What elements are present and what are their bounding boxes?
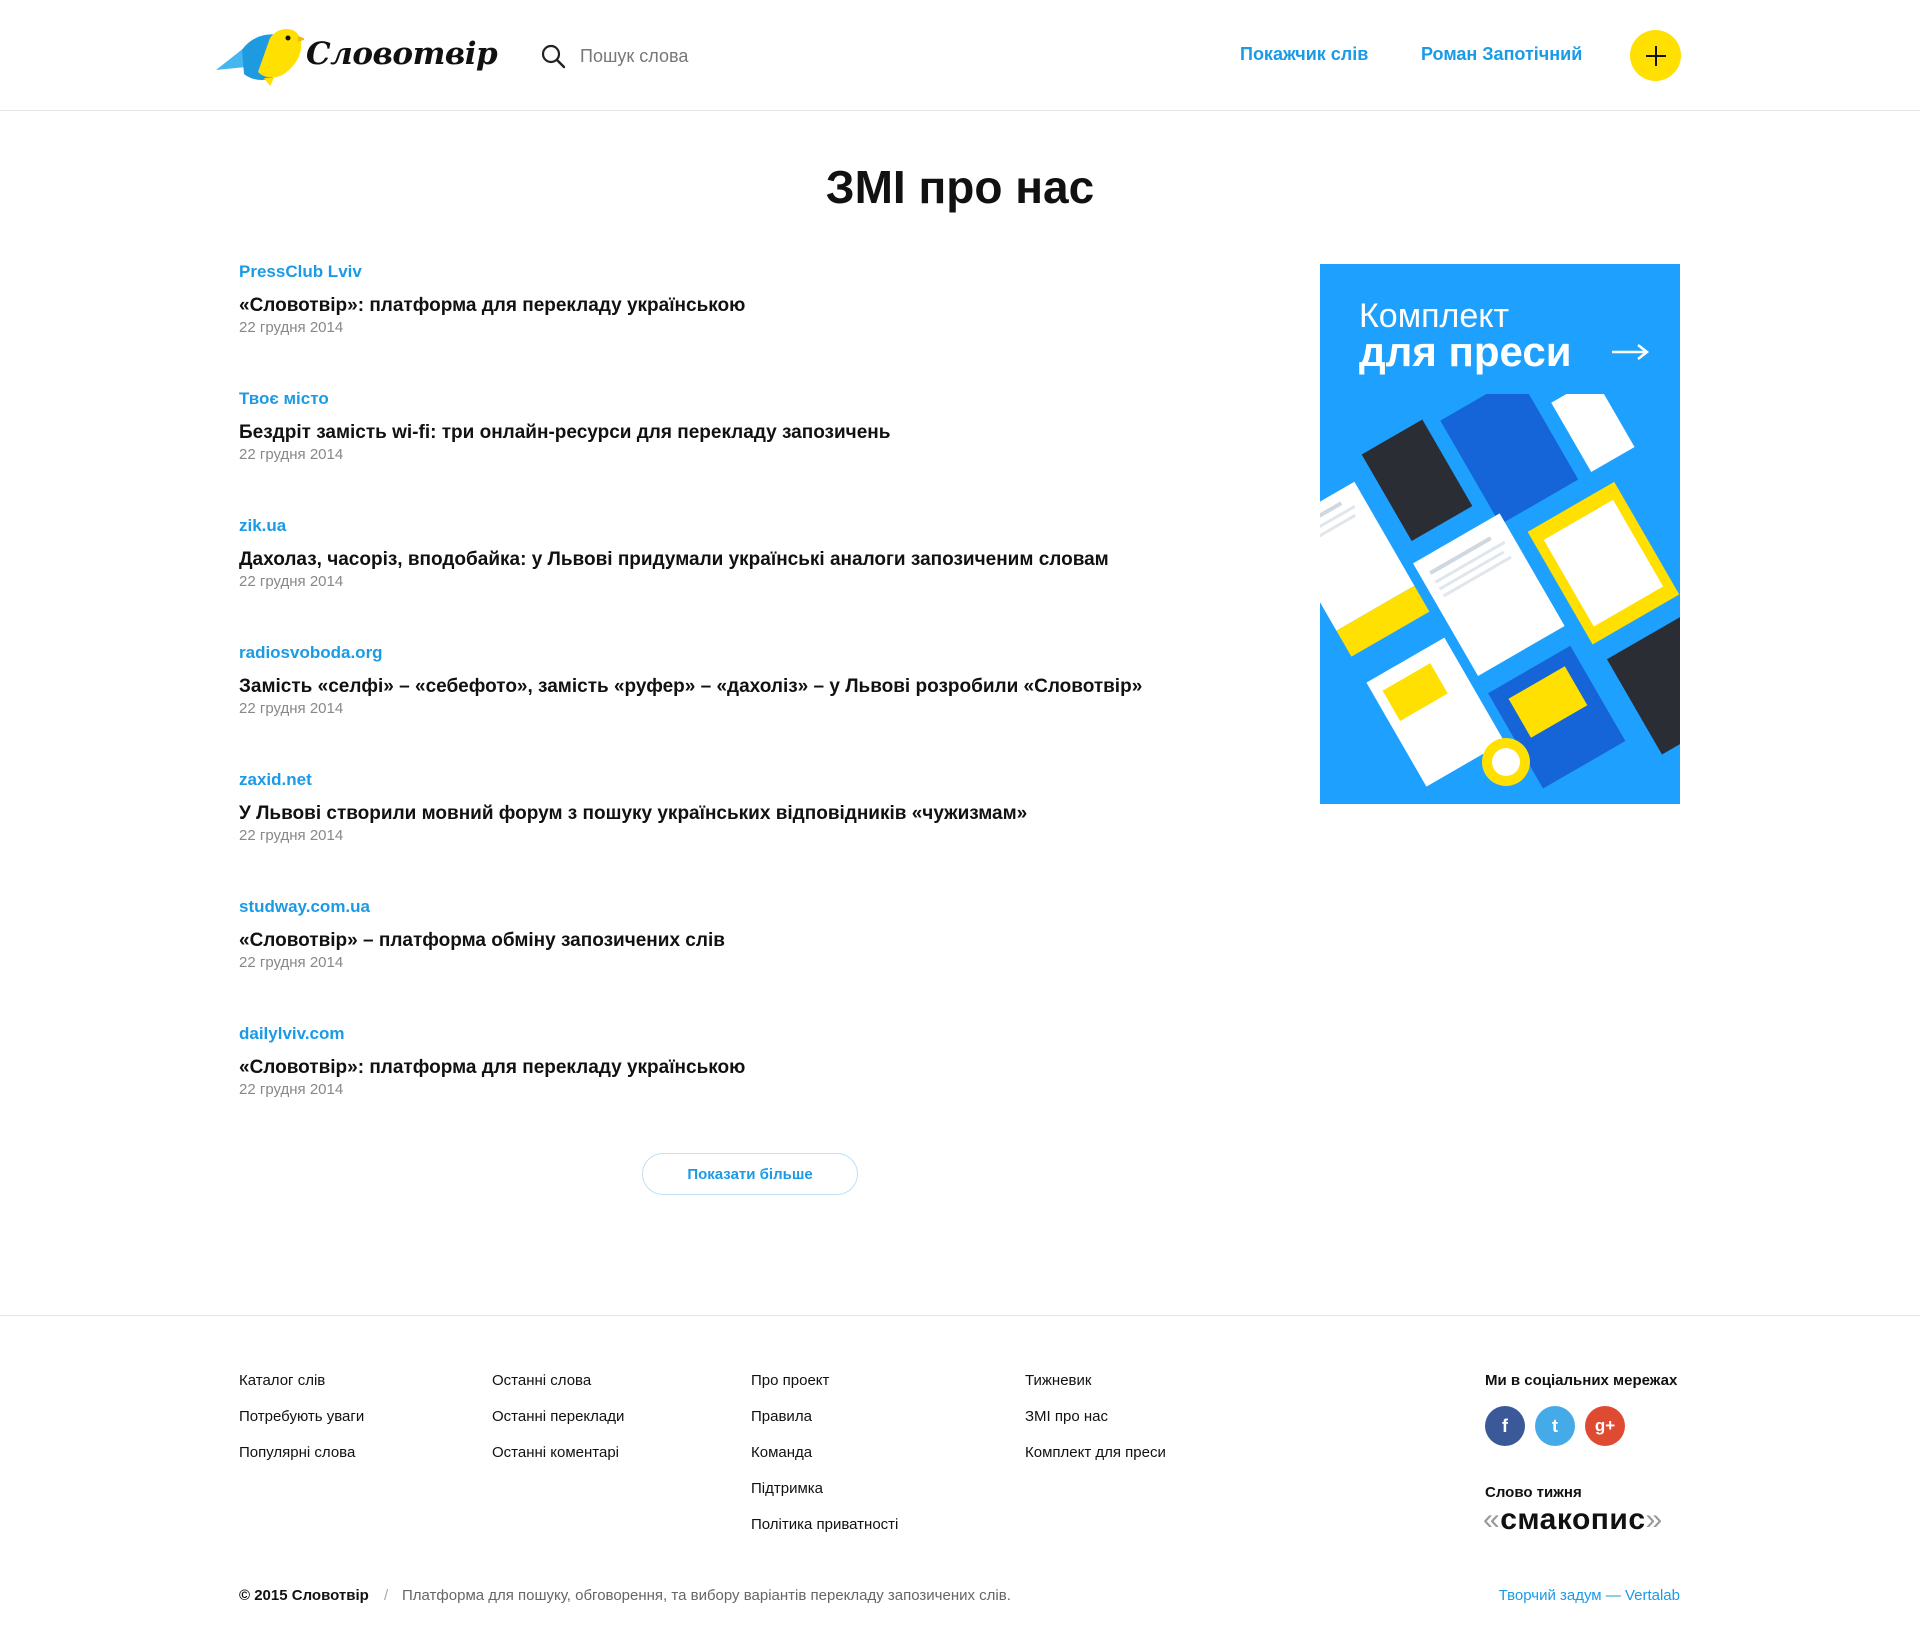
article-title-link[interactable]: Бездріт замість wi-fi: три онлайн-ресурс…: [239, 422, 1199, 444]
footer-column-recent: Останні слова Останні переклади Останні …: [492, 1372, 624, 1480]
footer-separator: /: [384, 1587, 389, 1604]
list-item: radiosvoboda.org Замість «селфі» – «себе…: [239, 641, 1199, 768]
google-plus-icon[interactable]: g+: [1585, 1406, 1625, 1446]
article-date: 22 грудня 2014: [239, 1081, 344, 1098]
plus-icon: [1645, 45, 1666, 66]
article-source-link[interactable]: PressClub Lviv: [239, 260, 1199, 282]
article-source-link[interactable]: zaxid.net: [239, 768, 1199, 790]
list-item: PressClub Lviv «Словотвір»: платформа дл…: [239, 260, 1199, 387]
press-kit-illustration: [1320, 394, 1680, 789]
footer-link-support[interactable]: Підтримка: [751, 1480, 898, 1498]
word-of-week-heading: Слово тижня: [1485, 1484, 1582, 1501]
article-source-link[interactable]: radiosvoboda.org: [239, 641, 1199, 663]
article-date: 22 грудня 2014: [239, 954, 344, 971]
article-title-link[interactable]: У Львові створили мовний форум з пошуку …: [239, 803, 1199, 825]
site-header: Словотвір Покажчик слів Роман Запотічний: [0, 0, 1920, 111]
article-source-link[interactable]: studway.com.ua: [239, 895, 1199, 917]
article-date: 22 грудня 2014: [239, 319, 344, 336]
footer-link-rules[interactable]: Правила: [751, 1408, 898, 1426]
arrow-right-icon: [1612, 344, 1650, 360]
banner-line2: для преси: [1359, 328, 1572, 375]
footer-column-about: Про проект Правила Команда Підтримка Пол…: [751, 1372, 898, 1552]
search-bar: [540, 38, 960, 74]
bird-logo-icon: [216, 29, 304, 86]
word-close-quote: »: [1645, 1503, 1663, 1536]
article-title-link[interactable]: «Словотвір»: платформа для перекладу укр…: [239, 295, 1199, 317]
logo-text: Словотвір: [306, 36, 498, 72]
footer-link-media-about-us[interactable]: ЗМІ про нас: [1025, 1408, 1166, 1426]
footer-link-weekly[interactable]: Тижневик: [1025, 1372, 1166, 1390]
nav-word-index-link[interactable]: Покажчик слів: [1240, 44, 1368, 65]
list-item: studway.com.ua «Словотвір» – платформа о…: [239, 895, 1199, 1022]
footer-link-privacy-policy[interactable]: Політика приватності: [751, 1516, 898, 1534]
word-of-week-link[interactable]: «смакопис»: [1483, 1503, 1663, 1537]
list-item: dailylviv.com «Словотвір»: платформа для…: [239, 1022, 1199, 1149]
footer-divider: [0, 1315, 1920, 1316]
footer-column-catalog: Каталог слів Потребують уваги Популярні …: [239, 1372, 364, 1480]
list-item: zik.ua Дахолаз, часоріз, вподобайка: у Л…: [239, 514, 1199, 641]
twitter-icon[interactable]: t: [1535, 1406, 1575, 1446]
search-icon[interactable]: [540, 43, 566, 69]
footer-link-recent-comments[interactable]: Останні коментарі: [492, 1444, 624, 1462]
footer-link-team[interactable]: Команда: [751, 1444, 898, 1462]
article-date: 22 грудня 2014: [239, 827, 344, 844]
word-of-week-value: смакопис: [1500, 1503, 1646, 1536]
article-source-link[interactable]: zik.ua: [239, 514, 1199, 536]
list-item: zaxid.net У Львові створили мовний форум…: [239, 768, 1199, 895]
show-more-button[interactable]: Показати більше: [642, 1153, 858, 1195]
article-title-link[interactable]: Дахолаз, часоріз, вподобайка: у Львові п…: [239, 549, 1199, 571]
search-input[interactable]: [580, 45, 940, 67]
footer-link-popular-words[interactable]: Популярні слова: [239, 1444, 364, 1462]
footer-link-press-kit[interactable]: Комплект для преси: [1025, 1444, 1166, 1462]
vertalab-credit-link[interactable]: Творчий задум — Vertalab: [1499, 1587, 1680, 1604]
article-title-link[interactable]: Замість «селфі» – «себефото», замість «р…: [239, 676, 1199, 698]
footer-link-recent-translations[interactable]: Останні переклади: [492, 1408, 624, 1426]
word-open-quote: «: [1483, 1503, 1501, 1536]
add-word-button[interactable]: [1630, 30, 1681, 81]
article-date: 22 грудня 2014: [239, 446, 344, 463]
page-title: ЗМІ про нас: [825, 161, 1095, 213]
footer-link-word-catalog[interactable]: Каталог слів: [239, 1372, 364, 1390]
article-source-link[interactable]: Твоє місто: [239, 387, 1199, 409]
article-title-link[interactable]: «Словотвір»: платформа для перекладу укр…: [239, 1057, 1199, 1079]
article-title-link[interactable]: «Словотвір» – платформа обміну запозичен…: [239, 930, 1199, 952]
footer-link-about-project[interactable]: Про проект: [751, 1372, 898, 1390]
list-item: Твоє місто Бездріт замість wi-fi: три он…: [239, 387, 1199, 514]
press-kit-banner[interactable]: Комплект для преси: [1320, 264, 1680, 804]
press-article-list: PressClub Lviv «Словотвір»: платформа дл…: [239, 260, 1199, 1149]
article-date: 22 грудня 2014: [239, 573, 344, 590]
nav-user-profile-link[interactable]: Роман Запотічний: [1421, 44, 1582, 65]
footer-link-recent-words[interactable]: Останні слова: [492, 1372, 624, 1390]
footer-column-press: Тижневик ЗМІ про нас Комплект для преси: [1025, 1372, 1166, 1480]
article-source-link[interactable]: dailylviv.com: [239, 1022, 1199, 1044]
facebook-icon[interactable]: f: [1485, 1406, 1525, 1446]
copyright: © 2015 Словотвір: [239, 1587, 369, 1604]
site-tagline: Платформа для пошуку, обговорення, та ви…: [402, 1587, 1011, 1604]
article-date: 22 грудня 2014: [239, 700, 344, 717]
social-heading: Ми в соціальних мережах: [1485, 1372, 1678, 1389]
footer-link-needs-attention[interactable]: Потребують уваги: [239, 1408, 364, 1426]
logo-link[interactable]: Словотвір: [214, 24, 498, 88]
